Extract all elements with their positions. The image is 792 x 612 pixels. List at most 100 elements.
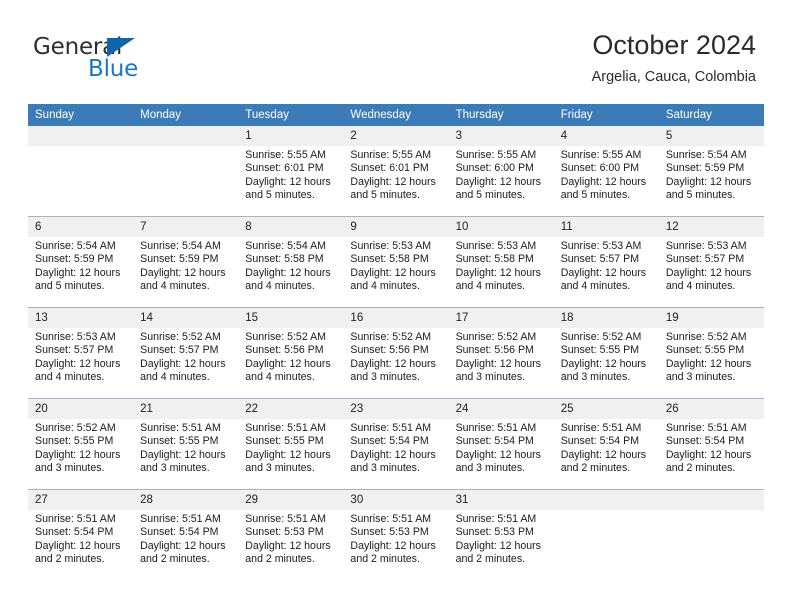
day-number: 30 xyxy=(343,490,449,510)
daylight-text-line2: and 2 minutes. xyxy=(140,553,210,566)
calendar-day-cell[interactable]: 3 Sunrise: 5:55 AM Sunset: 6:00 PM Daylight… xyxy=(448,126,554,217)
day-details: Sunrise: 5:52 AM Sunset: 5:56 PM Daylight:… xyxy=(449,328,554,385)
calendar-day-cell[interactable]: 1 Sunrise: 5:55 AM Sunset: 6:01 PM Daylight… xyxy=(238,126,344,217)
calendar-day-cell[interactable]: 19 Sunrise: 5:52 AM Sunset: 5:55 PM Dayligh… xyxy=(658,307,764,399)
calendar-day-cell[interactable]: 8 Sunrise: 5:54 AM Sunset: 5:58 PM Daylight… xyxy=(238,216,344,308)
daylight-text-line1: Daylight: 12 hours xyxy=(455,539,541,552)
day-details: Sunrise: 5:55 AM Sunset: 6:01 PM Daylight:… xyxy=(238,146,343,203)
sunrise-text: Sunrise: 5:52 AM xyxy=(245,331,326,343)
sunset-text: Sunset: 5:57 PM xyxy=(560,253,640,266)
daylight-text-line2: and 3 minutes. xyxy=(35,462,105,475)
calendar-day-cell[interactable]: 4 Sunrise: 5:55 AM Sunset: 6:00 PM Daylight… xyxy=(553,126,659,217)
day-details: Sunrise: 5:51 AM Sunset: 5:53 PM Daylight:… xyxy=(449,510,554,567)
daylight-text-line2: and 4 minutes. xyxy=(665,280,736,293)
day-details: Sunrise: 5:53 AM Sunset: 5:58 PM Daylight:… xyxy=(343,237,448,294)
sunrise-text: Sunrise: 5:55 AM xyxy=(245,149,326,161)
calendar-day-cell[interactable]: 30 Sunrise: 5:51 AM Sunset: 5:53 PM Dayligh… xyxy=(343,489,449,580)
calendar-day-cell[interactable]: 16 Sunrise: 5:52 AM Sunset: 5:56 PM Dayligh… xyxy=(343,307,449,399)
calendar-day-cell[interactable]: 6 Sunrise: 5:54 AM Sunset: 5:59 PM Daylight… xyxy=(28,216,134,308)
day-number: 27 xyxy=(28,490,134,510)
sunset-text: Sunset: 5:54 PM xyxy=(455,435,534,448)
daylight-text-line2: and 4 minutes. xyxy=(455,280,526,293)
calendar-day-cell[interactable]: 20 Sunrise: 5:52 AM Sunset: 5:55 PM Dayligh… xyxy=(28,398,134,490)
day-number: 16 xyxy=(343,308,449,328)
sunset-text: Sunset: 5:57 PM xyxy=(140,344,219,357)
day-details: Sunrise: 5:54 AM Sunset: 5:59 PM Daylight:… xyxy=(28,237,133,294)
calendar-day-cell[interactable]: 31 Sunrise: 5:51 AM Sunset: 5:53 PM Dayligh… xyxy=(448,489,554,580)
calendar-day-cell[interactable]: 11 Sunrise: 5:53 AM Sunset: 5:57 PM Dayligh… xyxy=(553,216,659,308)
sunrise-text: Sunrise: 5:51 AM xyxy=(140,422,221,434)
day-number: 21 xyxy=(133,399,239,419)
calendar-cell-empty xyxy=(133,126,239,217)
day-number: 22 xyxy=(238,399,344,419)
day-number: 18 xyxy=(553,308,659,328)
sunset-text: Sunset: 5:55 PM xyxy=(560,344,640,357)
calendar-day-cell[interactable]: 28 Sunrise: 5:51 AM Sunset: 5:54 PM Dayligh… xyxy=(133,489,239,580)
sunrise-text: Sunrise: 5:55 AM xyxy=(560,149,642,161)
calendar-day-cell[interactable]: 9 Sunrise: 5:53 AM Sunset: 5:58 PM Daylight… xyxy=(343,216,449,308)
day-details: Sunrise: 5:51 AM Sunset: 5:54 PM Daylight:… xyxy=(554,419,659,476)
day-number: 4 xyxy=(553,126,659,146)
daylight-text-line1: Daylight: 12 hours xyxy=(350,266,436,279)
sunset-text: Sunset: 5:55 PM xyxy=(245,435,324,448)
sunset-text: Sunset: 5:56 PM xyxy=(350,344,429,357)
daylight-text-line1: Daylight: 12 hours xyxy=(560,175,647,188)
calendar-day-cell[interactable]: 21 Sunrise: 5:51 AM Sunset: 5:55 PM Dayligh… xyxy=(133,398,239,490)
generalblue-logo[interactable]: General Blue xyxy=(33,36,223,84)
calendar-day-cell[interactable]: 29 Sunrise: 5:51 AM Sunset: 5:53 PM Dayligh… xyxy=(238,489,344,580)
calendar-day-cell[interactable]: 22 Sunrise: 5:51 AM Sunset: 5:55 PM Dayligh… xyxy=(238,398,344,490)
day-number: 31 xyxy=(448,490,554,510)
calendar-day-cell[interactable]: 2 Sunrise: 5:55 AM Sunset: 6:01 PM Daylight… xyxy=(343,126,449,217)
sunrise-text: Sunrise: 5:54 AM xyxy=(665,149,747,161)
day-number: 8 xyxy=(238,217,344,237)
calendar-day-cell[interactable]: 27 Sunrise: 5:51 AM Sunset: 5:54 PM Dayligh… xyxy=(28,489,134,580)
daylight-text-line1: Daylight: 12 hours xyxy=(560,266,647,279)
sunrise-text: Sunrise: 5:53 AM xyxy=(455,240,537,252)
daylight-text-line2: and 5 minutes. xyxy=(665,189,736,202)
calendar-day-cell[interactable]: 23 Sunrise: 5:51 AM Sunset: 5:54 PM Dayligh… xyxy=(343,398,449,490)
sunrise-text: Sunrise: 5:52 AM xyxy=(665,331,747,343)
day-details: Sunrise: 5:51 AM Sunset: 5:54 PM Daylight:… xyxy=(343,419,448,476)
daylight-text-line1: Daylight: 12 hours xyxy=(665,175,752,188)
calendar-day-cell[interactable]: 25 Sunrise: 5:51 AM Sunset: 5:54 PM Dayligh… xyxy=(553,398,659,490)
day-details: Sunrise: 5:51 AM Sunset: 5:55 PM Daylight:… xyxy=(133,419,238,476)
weekday-header-sunday: Sunday xyxy=(28,104,134,126)
sunrise-text: Sunrise: 5:54 AM xyxy=(140,240,221,252)
calendar-day-cell[interactable]: 5 Sunrise: 5:54 AM Sunset: 5:59 PM Daylight… xyxy=(658,126,764,217)
day-details: Sunrise: 5:55 AM Sunset: 6:00 PM Daylight:… xyxy=(449,146,554,203)
sunrise-text: Sunrise: 5:54 AM xyxy=(35,240,116,252)
day-details: Sunrise: 5:55 AM Sunset: 6:00 PM Daylight:… xyxy=(554,146,659,203)
daylight-text-line1: Daylight: 12 hours xyxy=(140,266,226,279)
calendar-day-cell[interactable]: 18 Sunrise: 5:52 AM Sunset: 5:55 PM Dayligh… xyxy=(553,307,659,399)
calendar-day-cell[interactable]: 26 Sunrise: 5:51 AM Sunset: 5:54 PM Dayligh… xyxy=(658,398,764,490)
calendar-day-cell[interactable]: 15 Sunrise: 5:52 AM Sunset: 5:56 PM Dayligh… xyxy=(238,307,344,399)
day-details: Sunrise: 5:52 AM Sunset: 5:55 PM Daylight:… xyxy=(28,419,133,476)
daylight-text-line2: and 3 minutes. xyxy=(140,462,210,475)
logo-triangle-icon xyxy=(107,38,135,57)
day-number: 14 xyxy=(133,308,239,328)
day-number: 23 xyxy=(343,399,449,419)
calendar-day-cell[interactable]: 7 Sunrise: 5:54 AM Sunset: 5:59 PM Daylight… xyxy=(133,216,239,308)
calendar-day-cell[interactable]: 24 Sunrise: 5:51 AM Sunset: 5:54 PM Dayligh… xyxy=(448,398,554,490)
daylight-text-line2: and 4 minutes. xyxy=(35,371,105,384)
calendar-day-cell[interactable]: 14 Sunrise: 5:52 AM Sunset: 5:57 PM Dayligh… xyxy=(133,307,239,399)
daylight-text-line1: Daylight: 12 hours xyxy=(140,448,226,461)
calendar-week-row: 1 Sunrise: 5:55 AM Sunset: 6:01 PM Daylight… xyxy=(28,126,764,217)
sunrise-text: Sunrise: 5:51 AM xyxy=(665,422,747,434)
calendar-day-cell[interactable]: 17 Sunrise: 5:52 AM Sunset: 5:56 PM Dayligh… xyxy=(448,307,554,399)
day-number: 9 xyxy=(343,217,449,237)
day-details: Sunrise: 5:51 AM Sunset: 5:54 PM Daylight:… xyxy=(659,419,764,476)
calendar-day-cell[interactable]: 12 Sunrise: 5:53 AM Sunset: 5:57 PM Dayligh… xyxy=(658,216,764,308)
calendar-day-cell[interactable]: 13 Sunrise: 5:53 AM Sunset: 5:57 PM Dayligh… xyxy=(28,307,134,399)
calendar-day-cell[interactable]: 10 Sunrise: 5:53 AM Sunset: 5:58 PM Dayligh… xyxy=(448,216,554,308)
sunset-text: Sunset: 5:53 PM xyxy=(350,526,429,539)
day-details: Sunrise: 5:53 AM Sunset: 5:57 PM Daylight:… xyxy=(659,237,764,294)
sunrise-text: Sunrise: 5:51 AM xyxy=(140,513,221,525)
daylight-text-line1: Daylight: 12 hours xyxy=(455,266,541,279)
title-block: October 2024 Argelia, Cauca, Colombia xyxy=(592,30,756,86)
daylight-text-line1: Daylight: 12 hours xyxy=(455,357,541,370)
sunset-text: Sunset: 5:53 PM xyxy=(455,526,534,539)
daylight-text-line2: and 2 minutes. xyxy=(560,462,631,475)
daylight-text-line2: and 5 minutes. xyxy=(350,189,420,202)
daylight-text-line1: Daylight: 12 hours xyxy=(560,357,647,370)
